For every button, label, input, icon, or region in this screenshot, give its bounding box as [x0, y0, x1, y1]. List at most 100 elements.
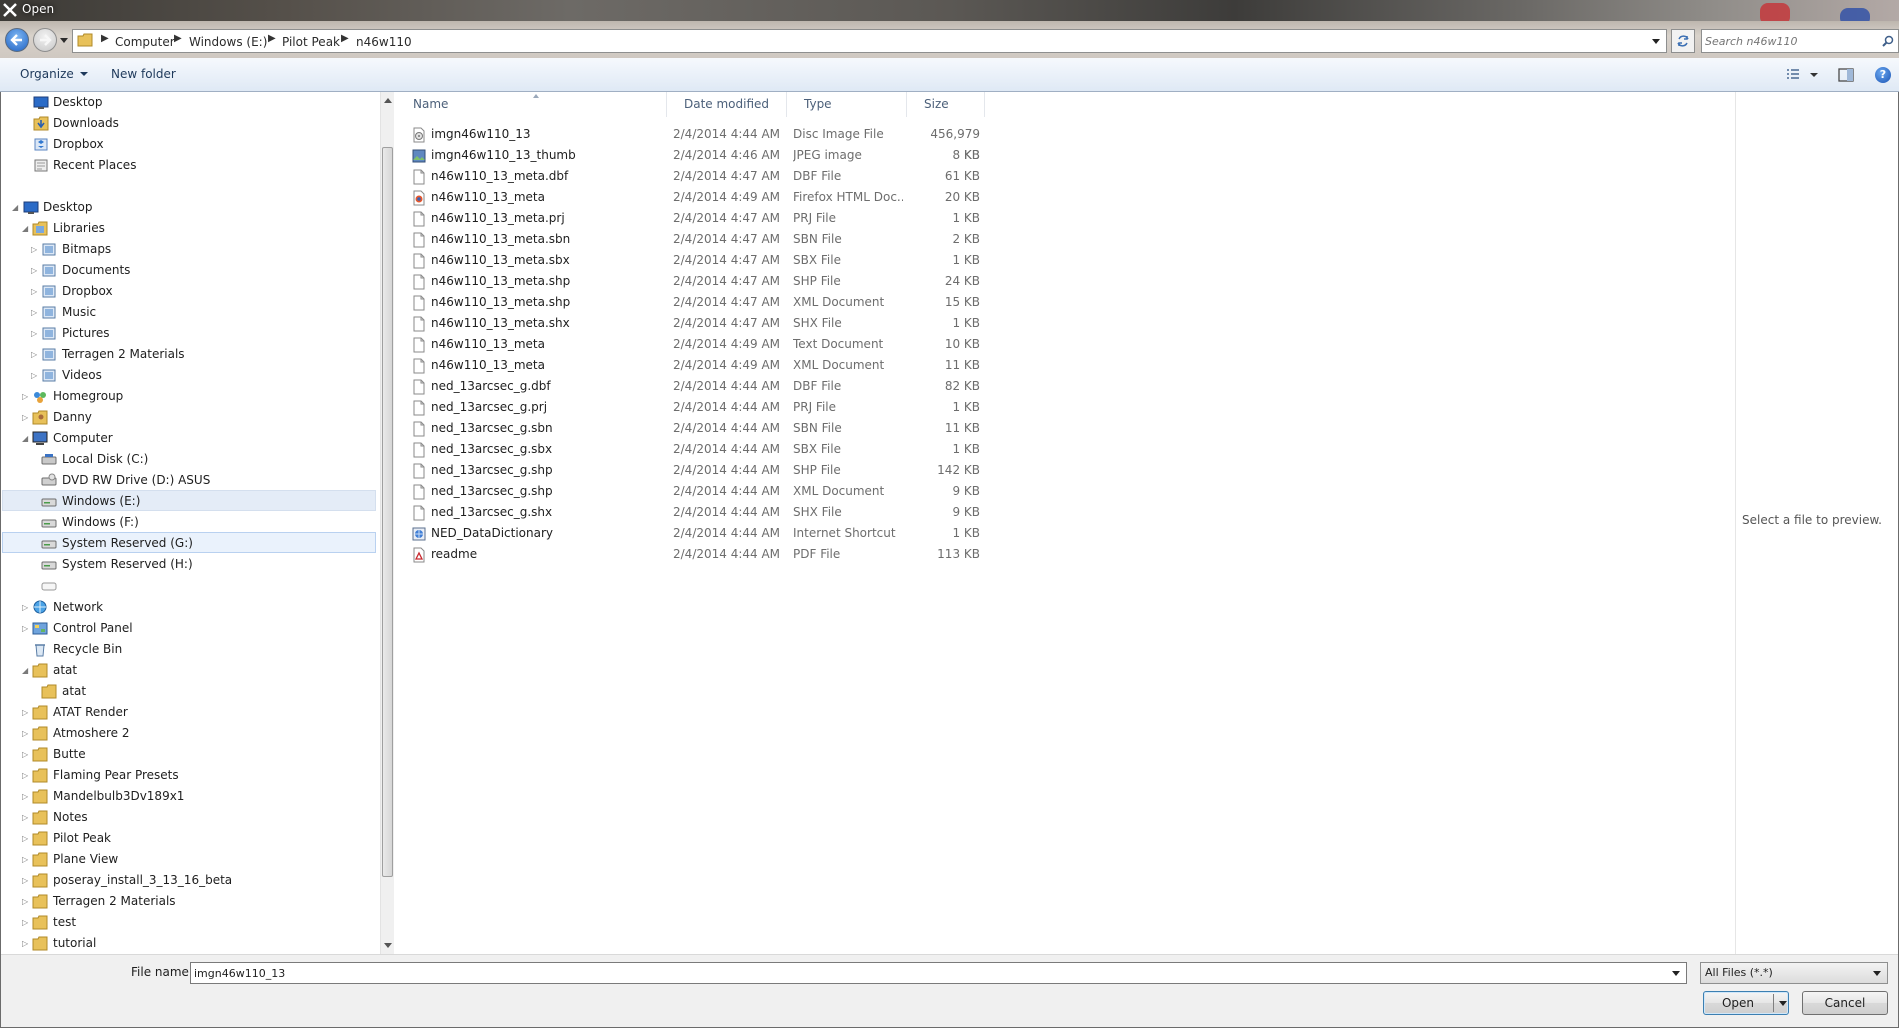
address-history-dropdown[interactable]: [1652, 39, 1660, 44]
expand-arrow-icon[interactable]: ▷: [22, 702, 28, 723]
file-size: 61 KB: [944, 169, 980, 183]
file-date-modified: 2/4/2014 4:49 AM: [673, 358, 781, 372]
change-view-icon[interactable]: [1785, 66, 1803, 84]
file-row[interactable]: ned_13arcsec_g.prj 2/4/2014 4:44 AM PRJ Fi…: [412, 397, 1412, 418]
scrollbar-thumb[interactable]: [382, 147, 393, 877]
breadcrumb-separator-icon[interactable]: ▶: [101, 33, 109, 44]
address-bar[interactable]: ▶ Computer ▶ Windows (E:) ▶ Pilot Peak ▶…: [72, 29, 1667, 53]
expand-arrow-icon[interactable]: ▷: [22, 765, 28, 786]
open-options-dropdown-icon[interactable]: [1779, 1001, 1787, 1006]
file-row[interactable]: n46w110_13_meta.sbn 2/4/2014 4:47 AM SBN F…: [412, 229, 1412, 250]
navigation-pane-scrollbar[interactable]: [380, 92, 394, 954]
expand-arrow-icon[interactable]: ▷: [22, 912, 28, 933]
expand-arrow-icon[interactable]: ▷: [22, 597, 28, 618]
breadcrumb-pilot-peak[interactable]: Pilot Peak: [282, 35, 340, 49]
file-size: 1 KB: [952, 211, 980, 225]
expand-arrow-icon[interactable]: ▷: [22, 933, 28, 954]
expand-arrow-icon[interactable]: ▷: [31, 281, 37, 302]
expand-arrow-icon[interactable]: ▷: [31, 302, 37, 323]
breadcrumb-n46w110[interactable]: n46w110: [356, 35, 412, 49]
file-row[interactable]: imgn46w110_13_thumb 2/4/2014 4:46 AM JPEG …: [412, 145, 1412, 166]
sort-ascending-icon: [533, 94, 539, 98]
expand-arrow-icon[interactable]: ▷: [31, 239, 37, 260]
file-row[interactable]: n46w110_13_meta.shp 2/4/2014 4:47 AM XML D…: [412, 292, 1412, 313]
file-row[interactable]: ned_13arcsec_g.dbf 2/4/2014 4:44 AM DBF Fi…: [412, 376, 1412, 397]
file-row[interactable]: ned_13arcsec_g.shx 2/4/2014 4:44 AM SHX Fi…: [412, 502, 1412, 523]
breadcrumb-separator-icon[interactable]: ▶: [174, 33, 182, 44]
folder-icon: [32, 852, 48, 867]
open-button[interactable]: Open: [1703, 991, 1789, 1015]
expand-arrow-icon[interactable]: ▷: [22, 870, 28, 891]
file-row[interactable]: ned_13arcsec_g.shp 2/4/2014 4:44 AM XML Do…: [412, 481, 1412, 502]
expand-arrow-icon[interactable]: ▷: [22, 786, 28, 807]
scroll-down-arrow-icon[interactable]: [384, 943, 392, 948]
title-bar[interactable]: Open: [0, 0, 1899, 26]
file-icon: [413, 253, 425, 269]
scroll-up-arrow-icon[interactable]: [384, 98, 392, 103]
file-row[interactable]: ned_13arcsec_g.sbn 2/4/2014 4:44 AM SBN Fi…: [412, 418, 1412, 439]
forward-button[interactable]: [33, 28, 57, 52]
view-options-dropdown-icon[interactable]: [1805, 66, 1823, 84]
help-button[interactable]: ?: [1875, 67, 1891, 83]
file-row[interactable]: n46w110_13_meta.shp 2/4/2014 4:47 AM SHP F…: [412, 271, 1412, 292]
file-row[interactable]: n46w110_13_meta.prj 2/4/2014 4:47 AM PRJ F…: [412, 208, 1412, 229]
breadcrumb-separator-icon[interactable]: ▶: [341, 33, 349, 44]
file-name-combobox[interactable]: [190, 962, 1687, 984]
file-row[interactable]: n46w110_13_meta.shx 2/4/2014 4:47 AM SHX F…: [412, 313, 1412, 334]
preview-pane-toggle-icon[interactable]: [1837, 66, 1855, 84]
search-icon[interactable]: [1882, 35, 1894, 47]
expand-arrow-icon[interactable]: ▷: [22, 891, 28, 912]
back-button[interactable]: [5, 28, 29, 52]
file-row[interactable]: n46w110_13_meta 2/4/2014 4:49 AM XML Docum…: [412, 355, 1412, 376]
file-name-input[interactable]: [194, 966, 1654, 980]
collapse-arrow-icon[interactable]: ◢: [22, 660, 28, 681]
chevron-down-icon[interactable]: [1672, 971, 1680, 976]
expand-arrow-icon[interactable]: ▷: [22, 386, 28, 407]
file-row[interactable]: ned_13arcsec_g.shp 2/4/2014 4:44 AM SHP Fi…: [412, 460, 1412, 481]
breadcrumb-computer[interactable]: Computer: [115, 35, 175, 49]
new-folder-button[interactable]: New folder: [111, 67, 176, 81]
expand-arrow-icon[interactable]: ▷: [22, 618, 28, 639]
expand-arrow-icon[interactable]: ▷: [22, 807, 28, 828]
expand-arrow-icon[interactable]: ▷: [22, 723, 28, 744]
file-row[interactable]: n46w110_13_meta 2/4/2014 4:49 AM Firefox H…: [412, 187, 1412, 208]
expand-arrow-icon[interactable]: ▷: [31, 323, 37, 344]
user-folder-icon: [32, 410, 48, 425]
column-header-type[interactable]: Type: [787, 92, 907, 117]
nav-item-label: Notes: [53, 810, 88, 824]
refresh-button[interactable]: [1671, 29, 1695, 53]
column-header-name[interactable]: Name: [396, 92, 667, 117]
expand-arrow-icon[interactable]: ▷: [22, 849, 28, 870]
cancel-button[interactable]: Cancel: [1802, 991, 1888, 1015]
expand-arrow-icon[interactable]: ▷: [31, 365, 37, 386]
expand-arrow-icon[interactable]: ▷: [22, 744, 28, 765]
file-type: SHX File: [793, 505, 842, 519]
drive-icon: [41, 561, 57, 570]
help-icon: ?: [1879, 68, 1887, 81]
expand-arrow-icon[interactable]: ▷: [22, 407, 28, 428]
computer-icon: [32, 431, 48, 445]
file-row[interactable]: NED_DataDictionary 2/4/2014 4:44 AM Intern…: [412, 523, 1412, 544]
file-row[interactable]: ned_13arcsec_g.sbx 2/4/2014 4:44 AM SBX Fi…: [412, 439, 1412, 460]
collapse-arrow-icon[interactable]: ◢: [12, 197, 18, 218]
file-row[interactable]: imgn46w110_13 2/4/2014 4:44 AM Disc Image …: [412, 124, 1412, 162]
organize-menu-button[interactable]: Organize: [20, 67, 88, 81]
file-row[interactable]: n46w110_13_meta 2/4/2014 4:49 AM Text Docu…: [412, 334, 1412, 355]
search-input[interactable]: [1705, 33, 1865, 49]
nav-item-label: Recycle Bin: [53, 642, 123, 656]
file-type-filter-select[interactable]: All Files (*.*): [1700, 962, 1888, 984]
collapse-arrow-icon[interactable]: ◢: [22, 218, 28, 239]
collapse-arrow-icon[interactable]: ◢: [22, 428, 28, 449]
file-row[interactable]: n46w110_13_meta.sbx 2/4/2014 4:47 AM SBX F…: [412, 250, 1412, 271]
file-row[interactable]: readme 2/4/2014 4:44 AM PDF File 113 KB: [412, 544, 1412, 565]
expand-arrow-icon[interactable]: ▷: [31, 344, 37, 365]
expand-arrow-icon[interactable]: ▷: [22, 828, 28, 849]
breadcrumb-separator-icon[interactable]: ▶: [268, 33, 276, 44]
breadcrumb-windows-e[interactable]: Windows (E:): [189, 35, 267, 49]
column-header-size[interactable]: Size: [907, 92, 985, 117]
search-box[interactable]: [1701, 29, 1899, 53]
file-row[interactable]: n46w110_13_meta.dbf 2/4/2014 4:47 AM DBF F…: [412, 166, 1412, 187]
column-header-date-modified[interactable]: Date modified: [667, 92, 787, 117]
recent-locations-dropdown[interactable]: [59, 35, 69, 45]
expand-arrow-icon[interactable]: ▷: [31, 260, 37, 281]
